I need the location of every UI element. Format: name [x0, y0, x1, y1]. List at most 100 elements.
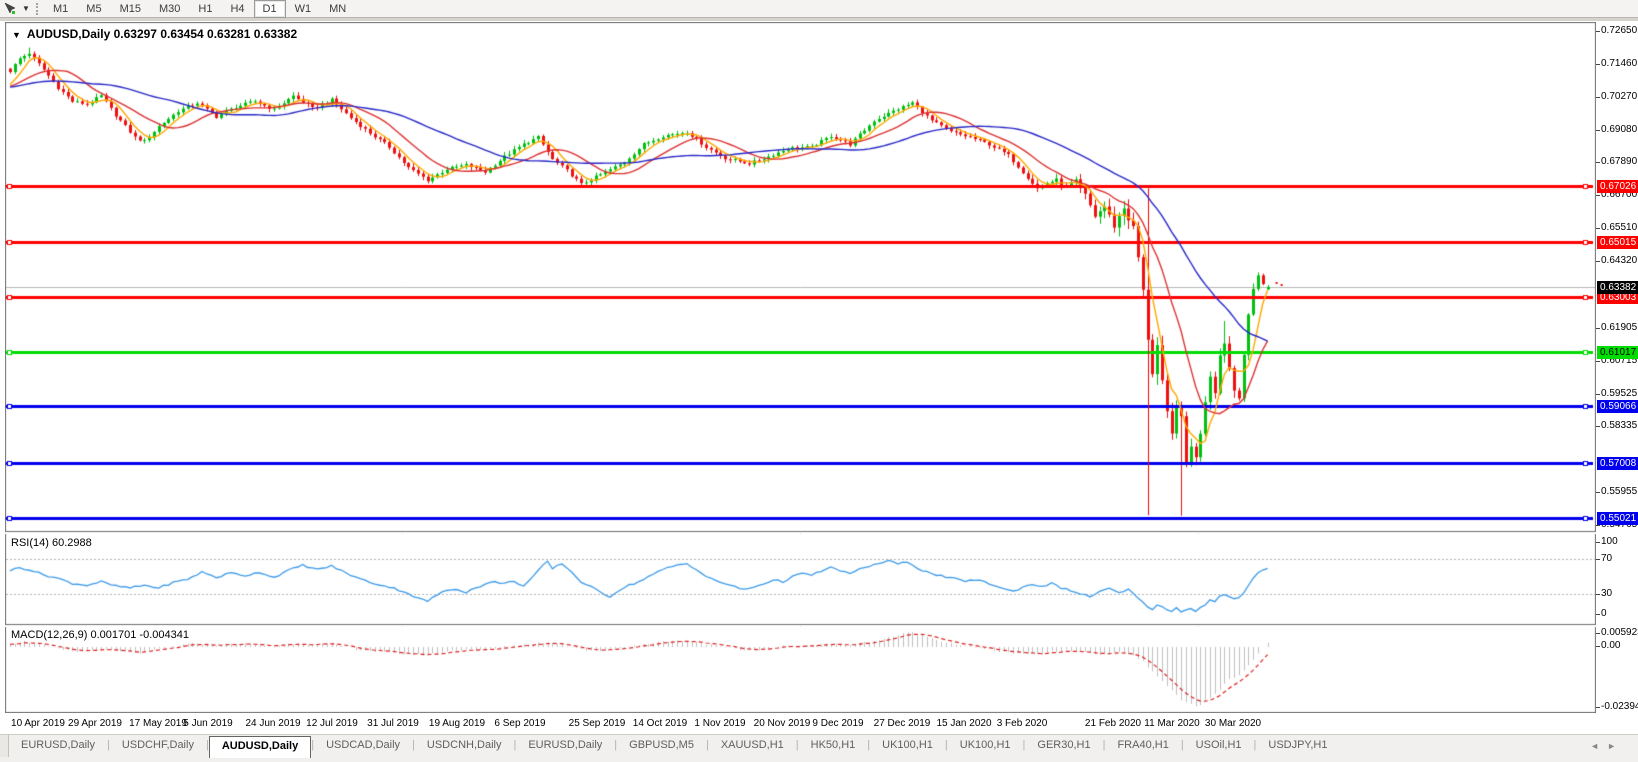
axis-tick	[1596, 542, 1600, 543]
price-line-badge: 0.55021	[1597, 512, 1638, 525]
macd-indicator-label: MACD(12,26,9) 0.001701 -0.004341	[11, 629, 189, 641]
date-label: 5 Jun 2019	[183, 718, 233, 729]
price-line-badge: 0.65015	[1597, 236, 1638, 249]
tab-scroll-arrows: ◄►	[1590, 735, 1638, 751]
current-price-badge: 0.63382	[1597, 281, 1638, 294]
rsi-indicator-label: RSI(14) 60.2988	[11, 537, 92, 549]
timeframe-button-m15[interactable]: M15	[111, 0, 150, 18]
date-axis[interactable]: 10 Apr 201929 Apr 2019 17 May 20195 Jun 2…	[5, 715, 1596, 735]
tab-eurusd-daily[interactable]: EURUSD,Daily	[9, 735, 107, 757]
tab-xauusd-h1[interactable]: XAUUSD,H1	[709, 735, 796, 757]
tab-scroll-right-icon[interactable]: ►	[1607, 741, 1624, 751]
axis-tick	[1596, 261, 1600, 262]
axis-tick	[1596, 614, 1600, 615]
price-tick-label: 0.64320	[1601, 255, 1637, 266]
timeframe-button-h4[interactable]: H4	[221, 0, 253, 18]
axis-tick	[1596, 633, 1600, 634]
tabs-container: EURUSD,Daily|USDCHF,Daily|AUDUSD,Daily|U…	[9, 735, 1339, 758]
chart-tab-bar: EURUSD,Daily|USDCHF,Daily|AUDUSD,Daily|U…	[0, 734, 1638, 762]
macd-tick-label: -0.02394	[1601, 701, 1638, 712]
price-line-badge: 0.59066	[1597, 400, 1638, 413]
symbol-dropdown-icon[interactable]: ▼	[12, 30, 21, 40]
date-label: 3 Feb 2020	[997, 718, 1048, 729]
chart-title-text: AUDUSD,Daily 0.63297 0.63454 0.63281 0.6…	[27, 27, 297, 41]
axis-tick	[1596, 559, 1600, 560]
date-label: 30 Mar 2020	[1205, 718, 1261, 729]
tab-audusd-daily[interactable]: AUDUSD,Daily	[209, 736, 311, 758]
timeframe-button-m5[interactable]: M5	[77, 0, 110, 18]
tab-ger30-h1[interactable]: GER30,H1	[1025, 735, 1102, 757]
rsi-tick-label: 100	[1601, 536, 1618, 547]
drawing-cursor-icon[interactable]	[0, 1, 20, 17]
axis-tick	[1596, 31, 1600, 32]
caret-down-icon[interactable]: ▼	[20, 4, 32, 13]
axis-tick	[1596, 64, 1600, 65]
macd-tick-label: 0.00	[1601, 640, 1620, 651]
timeframe-button-d1[interactable]: D1	[254, 0, 286, 18]
timeframe-button-h1[interactable]: H1	[189, 0, 221, 18]
drawing-cursor-glyph	[4, 2, 17, 15]
timeframe-buttons: M1M5M15M30H1H4D1W1MN	[44, 0, 355, 18]
chart-title: ▼ AUDUSD,Daily 0.63297 0.63454 0.63281 0.…	[12, 27, 297, 41]
tab-usdchf-daily[interactable]: USDCHF,Daily	[110, 735, 206, 757]
tab-fra40-h1[interactable]: FRA40,H1	[1105, 735, 1180, 757]
tab-usdcad-daily[interactable]: USDCAD,Daily	[314, 735, 412, 757]
rsi-tick-label: 0	[1601, 608, 1607, 619]
date-label: 19 Aug 2019	[429, 718, 485, 729]
chart-window: ▼ AUDUSD,Daily 0.63297 0.63454 0.63281 0.…	[0, 21, 1638, 736]
price-tick-label: 0.71460	[1601, 58, 1637, 69]
price-tick-label: 0.69080	[1601, 124, 1637, 135]
date-label: 15 Jan 2020	[936, 718, 991, 729]
tab-uk100-h1[interactable]: UK100,H1	[870, 735, 945, 757]
date-label: 17 May 2019	[129, 718, 187, 729]
timeframe-button-m30[interactable]: M30	[150, 0, 189, 18]
date-label: 12 Jul 2019	[306, 718, 358, 729]
tab-scroll-left-icon[interactable]: ◄	[1590, 741, 1607, 751]
tab-usoil-h1[interactable]: USOil,H1	[1184, 735, 1254, 757]
axis-tick	[1596, 646, 1600, 647]
price-line-badge: 0.57008	[1597, 457, 1638, 470]
price-tick-label: 0.59525	[1601, 388, 1637, 399]
price-tick-label: 0.70270	[1601, 91, 1637, 102]
date-label: 21 Feb 2020	[1085, 718, 1141, 729]
tab-usdcnh-daily[interactable]: USDCNH,Daily	[415, 735, 514, 757]
date-label: 31 Jul 2019	[367, 718, 419, 729]
price-line-badge: 0.67026	[1597, 180, 1638, 193]
tab-eurusd-daily[interactable]: EURUSD,Daily	[516, 735, 614, 757]
axis-tick	[1596, 228, 1600, 229]
price-tick-label: 0.72650	[1601, 25, 1637, 36]
rsi-tick-label: 30	[1601, 588, 1612, 599]
price-tick-label: 0.67890	[1601, 156, 1637, 167]
rsi-tick-label: 70	[1601, 553, 1612, 564]
axis-tick	[1596, 130, 1600, 131]
date-label: 24 Jun 2019	[245, 718, 300, 729]
axis-tick	[1596, 361, 1600, 362]
date-label: 6 Sep 2019	[494, 718, 545, 729]
timeframe-button-w1[interactable]: W1	[286, 0, 321, 18]
axis-tick	[1596, 394, 1600, 395]
date-label: 27 Dec 2019	[874, 718, 931, 729]
axis-tick	[1596, 328, 1600, 329]
timeframe-button-m1[interactable]: M1	[44, 0, 77, 18]
timeframe-button-mn[interactable]: MN	[320, 0, 355, 18]
date-label: 20 Nov 2019	[754, 718, 811, 729]
date-label: 10 Apr 2019	[11, 718, 65, 729]
axis-tick	[1596, 492, 1600, 493]
tab-usdjpy-h1[interactable]: USDJPY,H1	[1256, 735, 1339, 757]
tab-gbpusd-m5[interactable]: GBPUSD,M5	[617, 735, 706, 757]
date-label: 29 Apr 2019	[68, 718, 122, 729]
axis-tick	[1596, 594, 1600, 595]
price-chart-canvas[interactable]	[5, 22, 1596, 713]
date-label: 9 Dec 2019	[812, 718, 863, 729]
timeframe-toolbar: ▼ M1M5M15M30H1H4D1W1MN	[0, 0, 1638, 18]
tab-hk50-h1[interactable]: HK50,H1	[799, 735, 868, 757]
axis-tick	[1596, 162, 1600, 163]
tab-uk100-h1[interactable]: UK100,H1	[948, 735, 1023, 757]
price-tick-label: 0.61905	[1601, 322, 1637, 333]
axis-tick	[1596, 707, 1600, 708]
date-label: 1 Nov 2019	[694, 718, 745, 729]
axis-tick	[1596, 525, 1600, 526]
axis-tick	[1596, 97, 1600, 98]
axis-tick	[1596, 426, 1600, 427]
date-label: 25 Sep 2019	[569, 718, 626, 729]
